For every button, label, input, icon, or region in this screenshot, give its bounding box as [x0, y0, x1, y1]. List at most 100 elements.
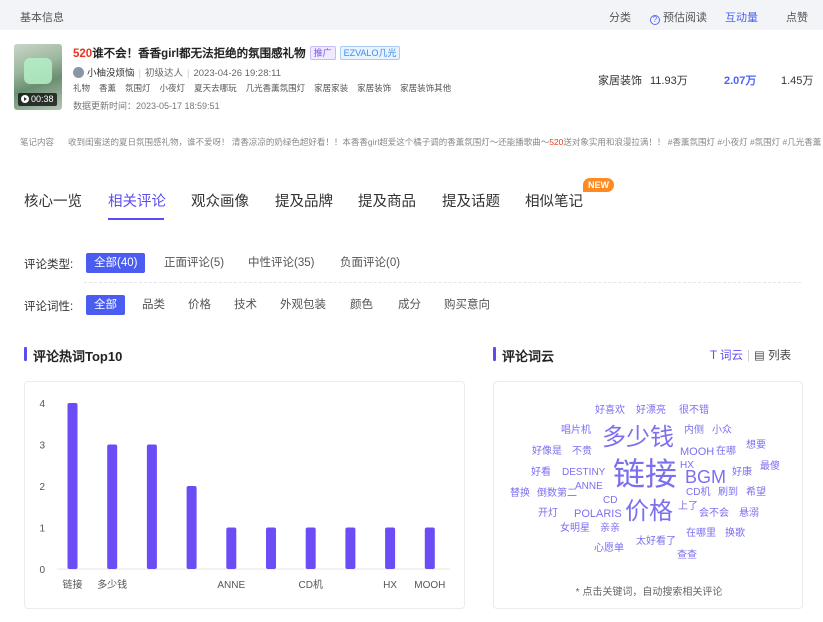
topic-tag[interactable]: 家居装饰其他	[400, 82, 451, 94]
cloud-word[interactable]: DESTINY	[562, 468, 605, 478]
help-icon[interactable]: ?	[650, 15, 660, 25]
cloud-word[interactable]: 心愿单	[594, 544, 624, 554]
cloud-word[interactable]: 好漂亮	[636, 406, 666, 416]
view-cloud-button[interactable]: T 词云	[710, 350, 743, 362]
tab-0[interactable]: 核心一览	[24, 190, 82, 211]
cloud-word[interactable]: BGM	[685, 468, 726, 486]
note-content: 笔记内容 收到闺蜜送的夏日氛围感礼物，谁不爱呀！ 清香凉凉的奶绿色超好看！！本香香…	[20, 136, 823, 148]
author-name[interactable]: 小柚没烦恼	[87, 68, 135, 79]
view-list-label: 列表	[768, 350, 792, 362]
cloud-word[interactable]: 在哪	[716, 447, 736, 457]
topic-tag[interactable]: 家居装饰	[357, 82, 391, 94]
comment-type-option[interactable]: 正面评论(5)	[164, 253, 224, 273]
cloud-word[interactable]: 太好看了	[636, 537, 676, 547]
bar-ANNE[interactable]	[226, 527, 237, 570]
cloud-word[interactable]: CD机	[686, 488, 710, 498]
cloud-word[interactable]: 最傻	[760, 462, 780, 472]
cloud-word[interactable]: POLARIS	[574, 509, 622, 520]
cloud-word[interactable]: 希望	[746, 488, 766, 498]
avatar[interactable]	[73, 67, 84, 78]
cloud-word[interactable]: MOOH	[680, 447, 714, 458]
cloud-word[interactable]: 好喜欢	[595, 406, 625, 416]
cloud-word[interactable]: 倒数第二	[537, 489, 577, 499]
bar-好看[interactable]	[186, 486, 197, 569]
topic-tag[interactable]: 香薰	[99, 82, 116, 94]
note-likes: 1.45万	[781, 75, 814, 87]
column-likes[interactable]: 点赞	[786, 9, 808, 25]
cloud-word[interactable]: ANNE	[575, 482, 603, 492]
cloud-word[interactable]: 在哪里	[686, 529, 716, 539]
comment-pos-option[interactable]: 品类	[142, 295, 165, 315]
basic-info-title: 基本信息	[20, 12, 64, 24]
bar-链接[interactable]	[67, 403, 78, 569]
tab-3[interactable]: 提及品牌	[275, 190, 333, 211]
cloud-word[interactable]: 很不错	[679, 406, 709, 416]
comment-type-option[interactable]: 全部(40)	[86, 253, 146, 273]
bar-BGM[interactable]	[266, 527, 276, 570]
tab-4[interactable]: 提及商品	[358, 190, 416, 211]
comment-pos-filter: 评论词性: 全部 品类 价格 技术 外观包装 颜色 成分 购买意向	[24, 295, 490, 315]
note-thumbnail[interactable]: 00:38	[14, 44, 62, 110]
bar-CD机[interactable]	[305, 527, 316, 570]
bar-价格[interactable]	[146, 444, 157, 570]
tab-5[interactable]: 提及话题	[442, 190, 500, 211]
cloud-word[interactable]: 开灯	[538, 509, 558, 519]
cloud-word[interactable]: 好看	[531, 468, 551, 478]
cloud-word[interactable]: 好康	[732, 468, 752, 478]
thumbnail-image	[24, 58, 52, 84]
comment-pos-option[interactable]: 外观包装	[280, 295, 326, 315]
tab-1[interactable]: 相关评论	[108, 190, 166, 211]
comment-pos-option[interactable]: 购买意向	[444, 295, 490, 315]
cloud-word[interactable]: 小众	[712, 426, 732, 436]
cloud-word[interactable]: 女明星	[560, 524, 590, 534]
comment-type-option[interactable]: 中性评论(35)	[248, 253, 314, 273]
cloud-word[interactable]: 想要	[746, 441, 766, 451]
cloud-word[interactable]: 刷到	[718, 488, 738, 498]
comment-pos-option[interactable]: 颜色	[350, 295, 373, 315]
cloud-word[interactable]: CD	[603, 496, 617, 506]
cloud-word[interactable]: 上了	[678, 502, 698, 512]
cloud-word[interactable]: 换歌	[725, 529, 745, 539]
y-tick-label: 3	[39, 441, 45, 452]
y-tick-label: 1	[39, 524, 45, 535]
tab-6[interactable]: 相似笔记	[525, 190, 583, 211]
cloud-word[interactable]: 会不会	[699, 509, 729, 519]
comment-type-option[interactable]: 负面评论(0)	[340, 253, 400, 273]
bar-HX[interactable]	[385, 527, 396, 570]
topic-tag[interactable]: 家居家装	[314, 82, 348, 94]
tab-2[interactable]: 观众画像	[191, 190, 249, 211]
note-interaction: 2.07万	[724, 75, 757, 87]
bar-多少钱[interactable]	[107, 444, 118, 570]
brand-tag[interactable]: EZVALO几光	[339, 46, 401, 60]
column-interaction[interactable]: 互动量	[725, 9, 758, 25]
topic-tag[interactable]: 礼物	[73, 82, 90, 94]
cloud-word[interactable]: 价格	[625, 500, 673, 524]
cloud-word[interactable]: 内侧	[684, 426, 704, 436]
cloud-word[interactable]: 不贵	[572, 447, 592, 457]
note-title[interactable]: 520谁不会！香香girl都无法拒绝的氛围感礼物 推广 EZVALO几光	[73, 45, 401, 61]
cloud-word[interactable]: 查查	[677, 551, 697, 561]
cloud-word[interactable]: 悬溺	[739, 509, 759, 519]
y-tick-label: 2	[39, 482, 45, 493]
separator: |	[138, 68, 141, 79]
cloud-word[interactable]: 好像是	[532, 447, 562, 457]
cloud-word[interactable]: 多少钱	[602, 426, 674, 450]
comment-pos-option[interactable]: 成分	[398, 295, 421, 315]
comment-pos-option[interactable]: 价格	[188, 295, 211, 315]
cloud-word[interactable]: 唱片机	[561, 426, 591, 436]
bar-MOOH[interactable]	[424, 527, 435, 570]
comment-type-filter: 评论类型: 全部(40) 正面评论(5) 中性评论(35) 负面评论(0)	[24, 253, 400, 273]
topic-tag[interactable]: 氛围灯	[125, 82, 151, 94]
bar-DESTINY[interactable]	[345, 527, 356, 570]
comment-pos-option[interactable]: 全部	[86, 295, 125, 315]
update-time: 数据更新时间：2023-05-17 18:59:51	[73, 101, 220, 111]
cloud-word[interactable]: 替换	[510, 489, 530, 499]
topic-tag[interactable]: 夏天去哪玩	[194, 82, 237, 94]
view-list-button[interactable]: ▤ 列表	[754, 350, 791, 362]
note-category: 家居装饰	[598, 75, 642, 87]
topic-tag[interactable]: 小夜灯	[160, 82, 186, 94]
topic-tag[interactable]: 几光香薰氛围灯	[246, 82, 306, 94]
cloud-word[interactable]: 亲亲	[600, 524, 620, 534]
comment-pos-option[interactable]: 技术	[234, 295, 257, 315]
cloud-word[interactable]: 链接	[613, 458, 677, 490]
